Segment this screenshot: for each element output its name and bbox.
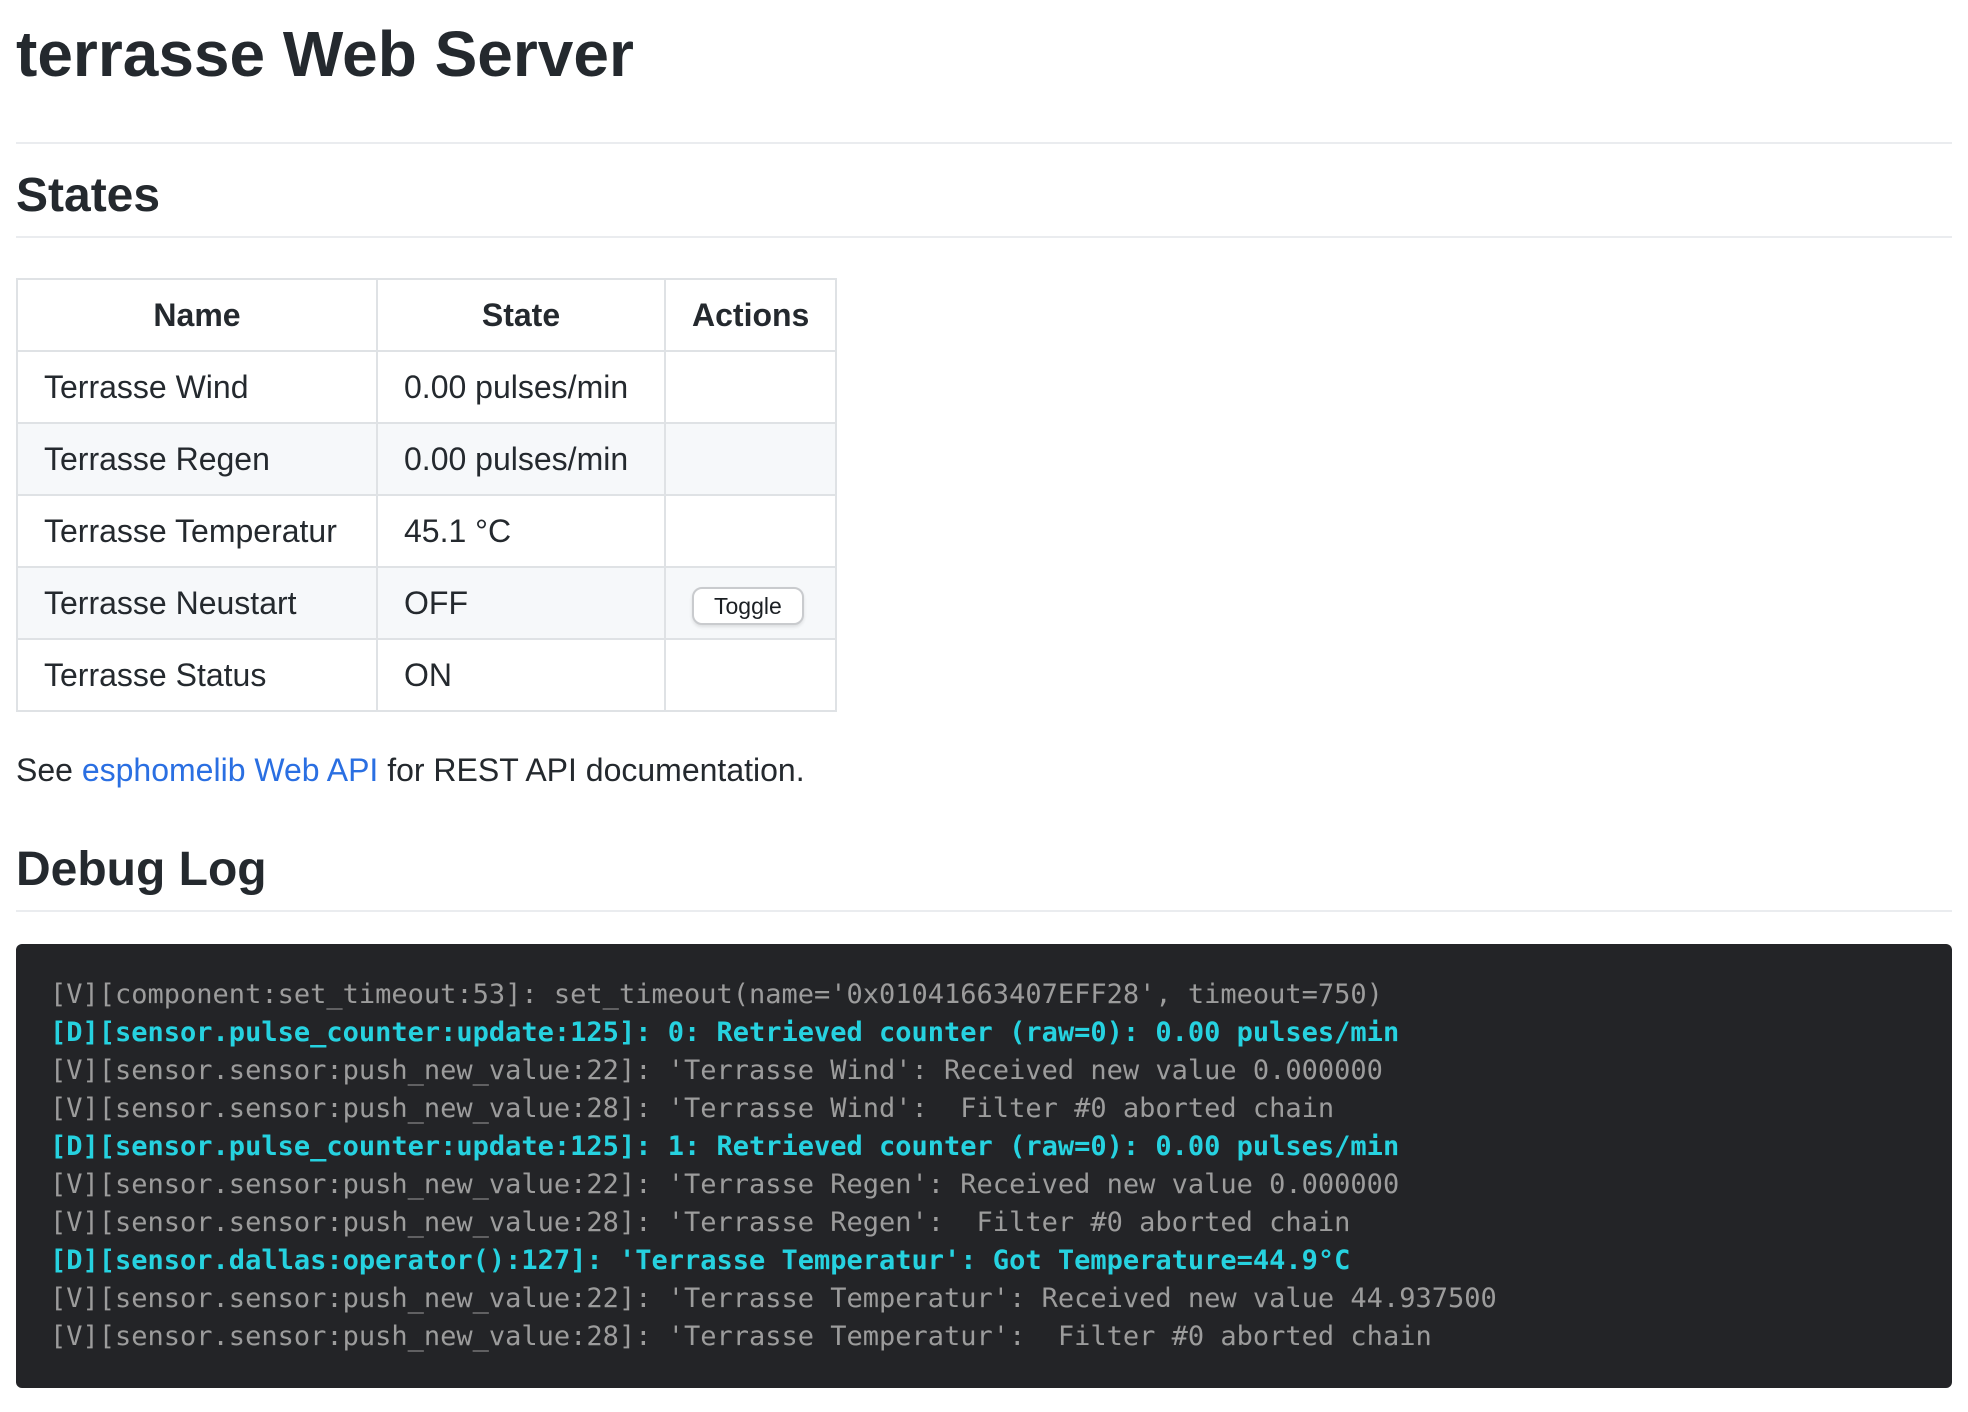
row-name: Terrasse Status <box>17 639 377 711</box>
table-row: Terrasse Regen 0.00 pulses/min <box>17 423 836 495</box>
row-state: ON <box>377 639 665 711</box>
log-line: [V][sensor.sensor:push_new_value:22]: 'T… <box>50 1166 1918 1204</box>
row-name: Terrasse Neustart <box>17 567 377 639</box>
column-header-actions: Actions <box>665 279 836 351</box>
table-row: Terrasse Status ON <box>17 639 836 711</box>
row-state: OFF <box>377 567 665 639</box>
row-actions-cell <box>665 351 836 423</box>
section-heading-states: States <box>16 166 1952 238</box>
log-line: [V][sensor.sensor:push_new_value:22]: 'T… <box>50 1052 1918 1090</box>
api-note: See esphomelib Web API for REST API docu… <box>16 746 1952 794</box>
log-line: [V][component:set_timeout:53]: set_timeo… <box>50 976 1918 1014</box>
row-actions-cell <box>665 639 836 711</box>
row-state: 0.00 pulses/min <box>377 423 665 495</box>
row-actions-cell: Toggle <box>665 567 836 639</box>
section-heading-debug-log: Debug Log <box>16 840 1952 912</box>
log-line: [V][sensor.sensor:push_new_value:28]: 'T… <box>50 1204 1918 1242</box>
log-line: [V][sensor.sensor:push_new_value:22]: 'T… <box>50 1280 1918 1318</box>
table-row: Terrasse Temperatur 45.1 °C <box>17 495 836 567</box>
debug-log-box: [V][component:set_timeout:53]: set_timeo… <box>16 944 1952 1388</box>
page-title: terrasse Web Server <box>16 14 1952 144</box>
row-state: 0.00 pulses/min <box>377 351 665 423</box>
row-state: 45.1 °C <box>377 495 665 567</box>
column-header-state: State <box>377 279 665 351</box>
row-actions-cell <box>665 423 836 495</box>
log-line: [D][sensor.pulse_counter:update:125]: 1:… <box>50 1128 1918 1166</box>
states-table: Name State Actions Terrasse Wind 0.00 pu… <box>16 278 837 712</box>
row-name: Terrasse Regen <box>17 423 377 495</box>
table-header-row: Name State Actions <box>17 279 836 351</box>
log-line: [D][sensor.dallas:operator():127]: 'Terr… <box>50 1242 1918 1280</box>
toggle-button[interactable]: Toggle <box>692 587 804 625</box>
esphomelib-web-api-link[interactable]: esphomelib Web API <box>82 752 378 788</box>
api-note-prefix: See <box>16 752 82 788</box>
row-name: Terrasse Wind <box>17 351 377 423</box>
log-line: [D][sensor.pulse_counter:update:125]: 0:… <box>50 1014 1918 1052</box>
log-line: [V][sensor.sensor:push_new_value:28]: 'T… <box>50 1318 1918 1356</box>
table-row: Terrasse Neustart OFF Toggle <box>17 567 836 639</box>
table-row: Terrasse Wind 0.00 pulses/min <box>17 351 836 423</box>
column-header-name: Name <box>17 279 377 351</box>
log-line: [V][sensor.sensor:push_new_value:28]: 'T… <box>50 1090 1918 1128</box>
row-actions-cell <box>665 495 836 567</box>
api-note-suffix: for REST API documentation. <box>378 752 804 788</box>
row-name: Terrasse Temperatur <box>17 495 377 567</box>
